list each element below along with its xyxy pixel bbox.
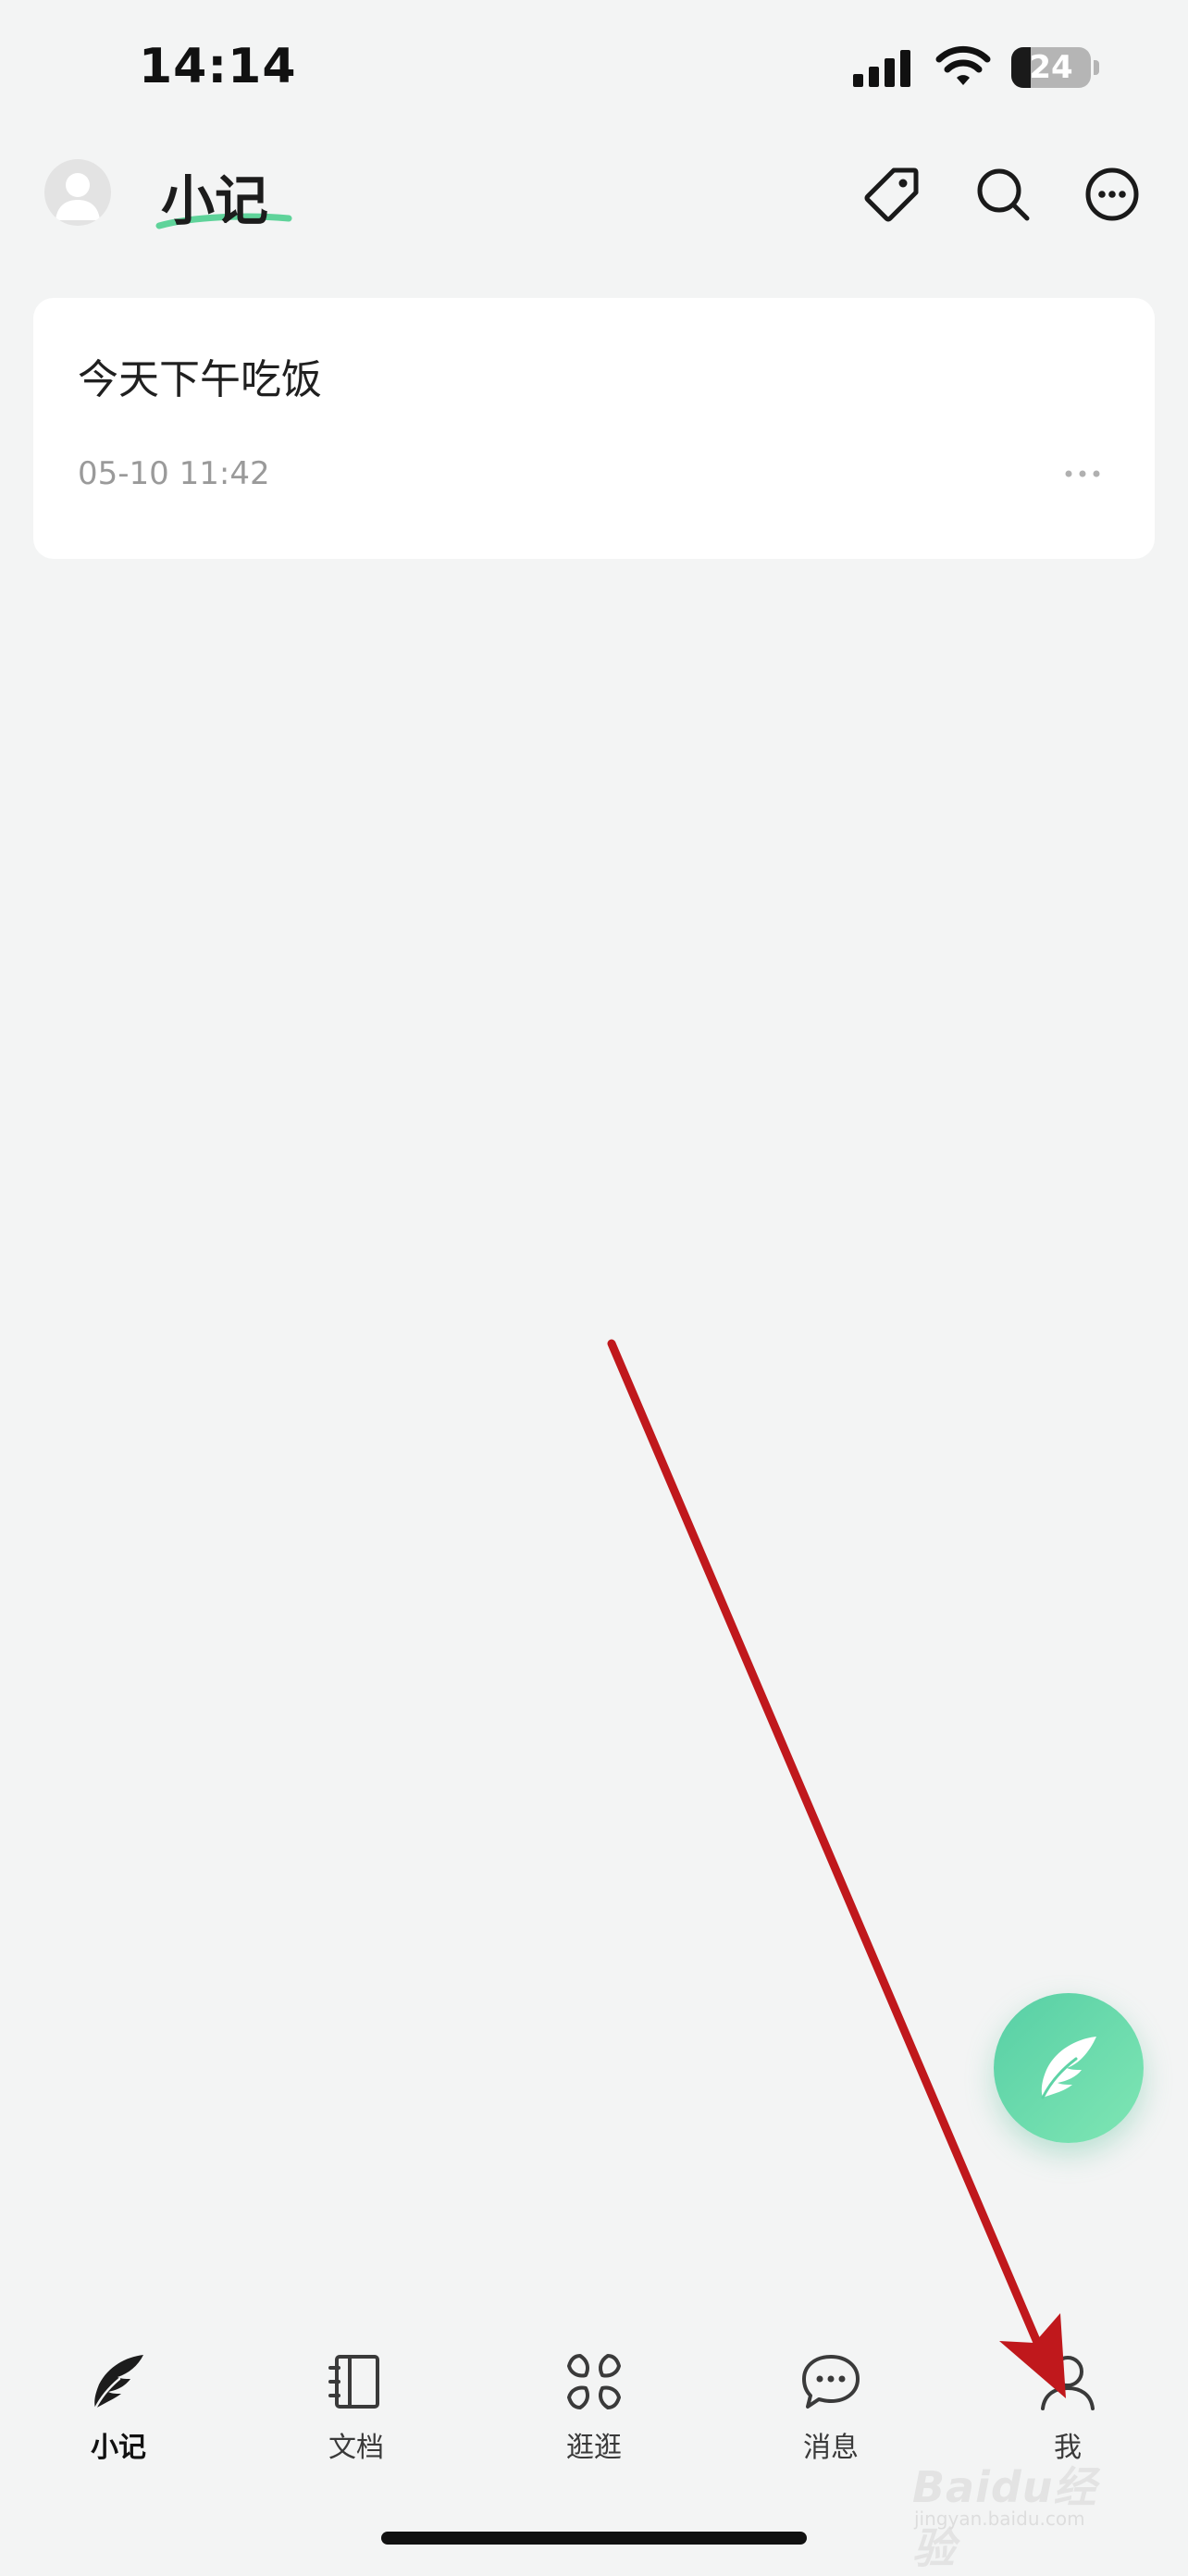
wifi-icon [935, 45, 991, 85]
battery-cap [1094, 60, 1099, 75]
more-dots-icon [1065, 470, 1100, 477]
avatar[interactable] [44, 159, 111, 226]
note-time: 05-10 11:42 [78, 455, 270, 492]
watermark-sub: jingyan.baidu.com [914, 2508, 1085, 2530]
person-icon [1041, 2356, 1095, 2410]
grid-icon [567, 2354, 621, 2409]
tab-label: 逛逛 [566, 2432, 622, 2464]
note-title: 今天下午吃饭 [78, 356, 322, 403]
note-card[interactable]: 今天下午吃饭 05-10 11:42 [33, 298, 1155, 559]
battery-level: 24 [1029, 49, 1073, 86]
page-title: 小记 [161, 169, 269, 232]
header: 小记 [0, 139, 1188, 250]
tab-label: 文档 [328, 2432, 384, 2464]
status-bar: 14:14 24 [0, 0, 1188, 139]
search-button[interactable] [970, 161, 1036, 228]
more-icon [1085, 167, 1139, 221]
status-time: 14:14 [139, 39, 297, 94]
tag-button[interactable] [859, 161, 925, 228]
tag-icon [864, 167, 919, 222]
more-button[interactable] [1079, 161, 1145, 228]
watermark: Baidu经验 jingyan.baidu.com [912, 2454, 1125, 2573]
feather-icon [1041, 2037, 1096, 2099]
chat-bubble-icon [802, 2355, 860, 2409]
new-note-fab[interactable] [994, 1993, 1144, 2143]
home-indicator [381, 2532, 807, 2545]
battery-icon: 24 [1011, 47, 1091, 88]
tab-explore[interactable]: 逛逛 [520, 2332, 668, 2471]
tab-me[interactable]: 我 [994, 2332, 1142, 2471]
search-icon [977, 168, 1030, 221]
signal-icon [853, 50, 910, 87]
tab-label: 消息 [803, 2432, 859, 2464]
tab-label: 小记 [91, 2432, 146, 2464]
tab-notes[interactable]: 小记 [44, 2332, 192, 2471]
note-more-button[interactable] [1057, 457, 1108, 490]
feather-icon [93, 2355, 143, 2410]
tab-messages[interactable]: 消息 [757, 2332, 905, 2471]
person-avatar-icon [56, 173, 100, 220]
notebook-icon [328, 2355, 379, 2409]
page-title-wrap: 小记 [155, 152, 294, 244]
tab-docs[interactable]: 文档 [282, 2332, 430, 2471]
